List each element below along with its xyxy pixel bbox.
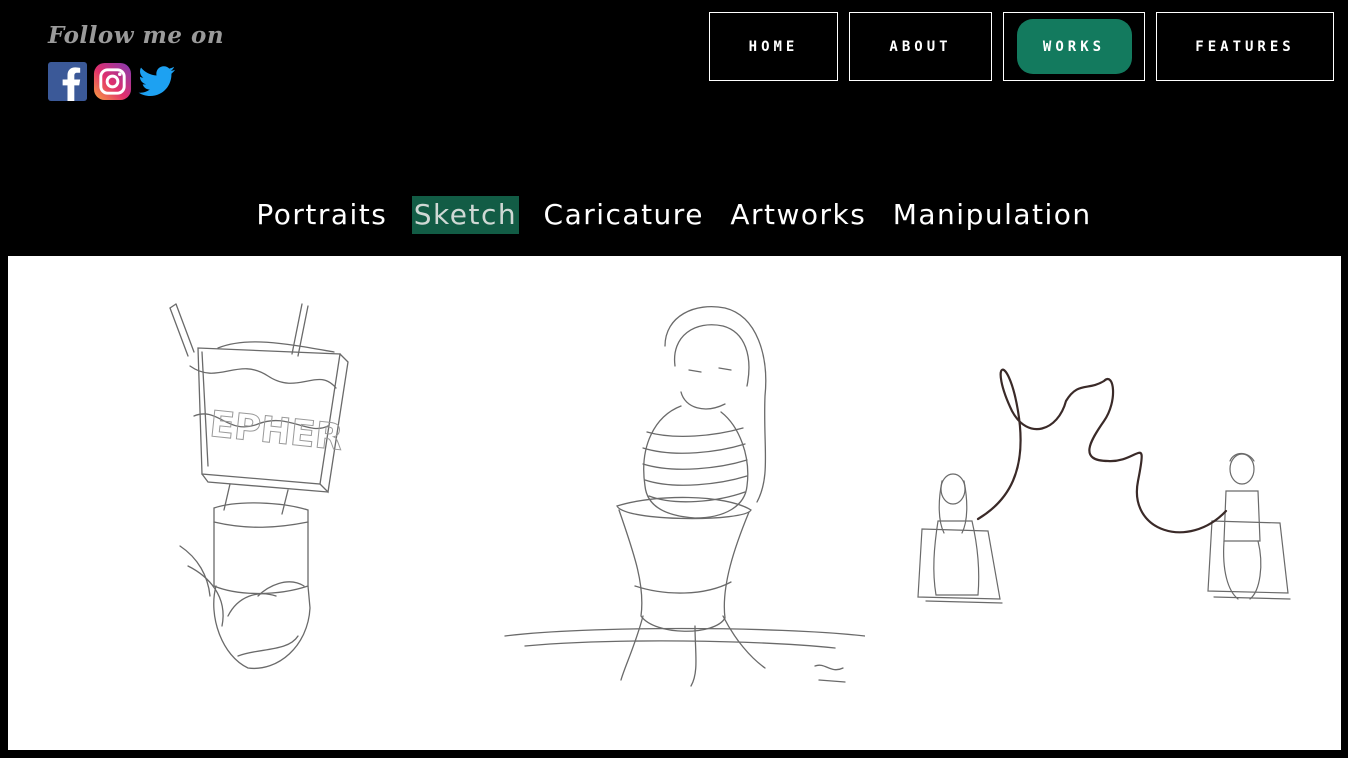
nav-about-button[interactable]: ABOUT bbox=[849, 12, 992, 81]
nav-works-button[interactable]: WORKS bbox=[1003, 12, 1145, 81]
nav-works-label: WORKS bbox=[1042, 38, 1106, 55]
category-artworks[interactable]: Artworks bbox=[728, 196, 868, 234]
nav-about-label: ABOUT bbox=[889, 38, 952, 55]
category-caricature[interactable]: Caricature bbox=[542, 196, 706, 234]
category-portraits[interactable]: Portraits bbox=[254, 196, 389, 234]
nav-features-label: FEATURES bbox=[1195, 38, 1295, 55]
category-filter: Portraits Sketch Caricature Artworks Man… bbox=[0, 196, 1348, 234]
twitter-icon[interactable] bbox=[138, 62, 177, 101]
red-string bbox=[976, 368, 1228, 534]
social-links bbox=[48, 62, 177, 101]
nav-works-active-pill: WORKS bbox=[1016, 19, 1132, 74]
sketch-gallery: EPHER bbox=[8, 256, 1341, 750]
sketch-image-book-plant[interactable]: EPHER bbox=[158, 296, 358, 676]
nav-home-label: HOME bbox=[748, 38, 799, 55]
instagram-icon[interactable] bbox=[93, 62, 132, 101]
category-manipulation[interactable]: Manipulation bbox=[891, 196, 1094, 234]
follow-me-label: Follow me on bbox=[48, 22, 225, 49]
nav-home-button[interactable]: HOME bbox=[709, 12, 838, 81]
sketch-signboard-text: EPHER bbox=[208, 404, 345, 459]
category-sketch[interactable]: Sketch bbox=[411, 196, 520, 234]
sketch-image-couple-string[interactable] bbox=[908, 351, 1298, 611]
facebook-icon[interactable] bbox=[48, 62, 87, 101]
sketch-image-girl-vase[interactable] bbox=[495, 296, 865, 696]
nav-features-button[interactable]: FEATURES bbox=[1156, 12, 1334, 81]
